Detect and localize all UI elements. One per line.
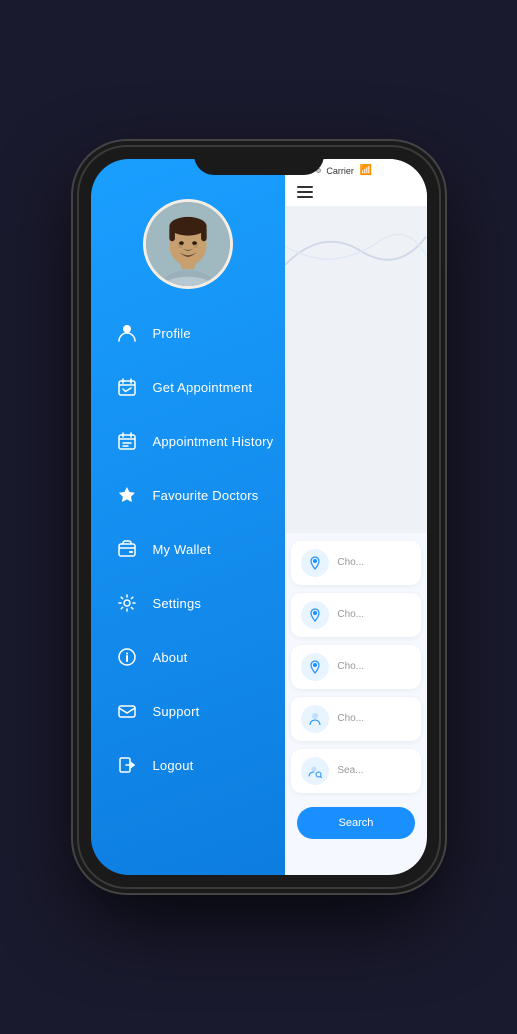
carrier-label: Carrier	[326, 166, 354, 176]
envelope-icon	[113, 697, 141, 725]
sidebar-item-settings[interactable]: Settings	[101, 577, 286, 629]
hamburger-line-3	[297, 196, 313, 198]
sidebar-item-my-wallet[interactable]: My Wallet	[101, 523, 286, 575]
info-icon	[113, 643, 141, 671]
sidebar-item-label: Profile	[153, 326, 191, 341]
calendar-history-icon	[113, 427, 141, 455]
doctor-icon	[301, 705, 329, 733]
sidebar-item-label: Appointment History	[153, 434, 274, 449]
location-pin-icon-1	[301, 549, 329, 577]
sidebar-item-about[interactable]: About	[101, 631, 286, 683]
content-item-3[interactable]: Cho...	[291, 645, 420, 689]
location-pin-icon-3	[301, 653, 329, 681]
person-icon	[113, 319, 141, 347]
logout-icon	[113, 751, 141, 779]
sidebar-item-label: Support	[153, 704, 200, 719]
content-item-5[interactable]: Sea...	[291, 749, 420, 793]
content-area: Cho... Cho...	[285, 533, 426, 876]
avatar	[143, 199, 233, 289]
content-item-2[interactable]: Cho...	[291, 593, 420, 637]
content-item-label-3: Cho...	[337, 661, 410, 672]
sidebar-item-appointment-history[interactable]: Appointment History	[101, 415, 286, 467]
content-item-1[interactable]: Cho...	[291, 541, 420, 585]
gear-icon	[113, 589, 141, 617]
sidebar-item-label: Get Appointment	[153, 380, 253, 395]
notch	[194, 147, 324, 175]
content-item-label-1: Cho...	[337, 557, 410, 568]
content-item-label-2: Cho...	[337, 609, 410, 620]
sidebar-item-label: About	[153, 650, 188, 665]
phone-wrapper: Profile Get A	[0, 0, 517, 1034]
right-panel: Carrier 📶	[285, 159, 426, 875]
map-area	[285, 206, 426, 533]
sidebar-item-label: Logout	[153, 758, 194, 773]
sidebar-item-get-appointment[interactable]: Get Appointment	[101, 361, 286, 413]
location-pin-icon-2	[301, 601, 329, 629]
star-icon	[113, 481, 141, 509]
wallet-icon	[113, 535, 141, 563]
wifi-icon: 📶	[360, 165, 372, 176]
sidebar-item-logout[interactable]: Logout	[101, 739, 286, 791]
hamburger-line-1	[297, 186, 313, 188]
sidebar-item-label: Settings	[153, 596, 202, 611]
sidebar-item-label: Favourite Doctors	[153, 488, 259, 503]
phone-screen: Profile Get A	[91, 159, 427, 875]
content-item-label-5: Sea...	[337, 765, 410, 776]
hamburger-line-2	[297, 191, 313, 193]
content-item-4[interactable]: Cho...	[291, 697, 420, 741]
phone-frame: Profile Get A	[79, 147, 439, 887]
sidebar-item-profile[interactable]: Profile	[101, 307, 286, 359]
sidebar-item-favourite-doctors[interactable]: Favourite Doctors	[101, 469, 286, 521]
hamburger-bar	[285, 180, 426, 206]
cta-button[interactable]: Search	[297, 807, 414, 839]
search-person-icon	[301, 757, 329, 785]
sidebar-item-label: My Wallet	[153, 542, 211, 557]
sidebar-item-support[interactable]: Support	[101, 685, 286, 737]
sidebar: Profile Get A	[91, 159, 286, 875]
avatar-section	[91, 159, 286, 307]
calendar-check-icon	[113, 373, 141, 401]
menu-list: Profile Get A	[91, 307, 286, 793]
hamburger-button[interactable]	[297, 186, 313, 198]
content-item-label-4: Cho...	[337, 713, 410, 724]
